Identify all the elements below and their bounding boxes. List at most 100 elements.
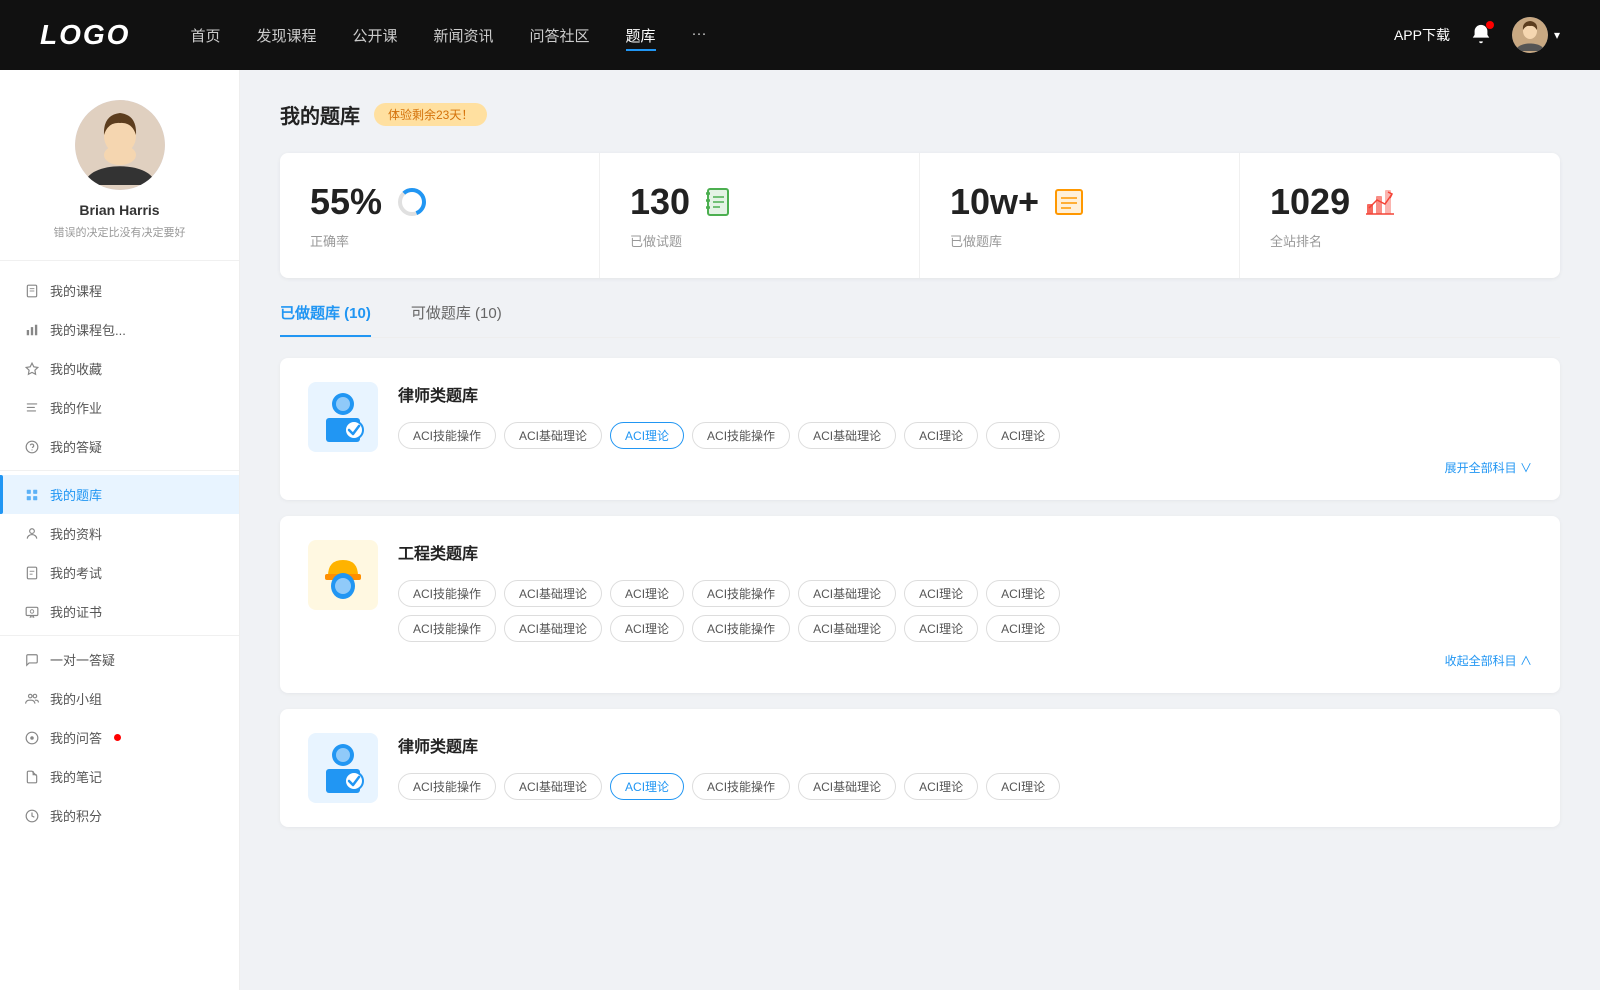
stat-value: 55%: [310, 181, 382, 223]
tag[interactable]: ACI理论: [610, 580, 684, 607]
sidebar-item-label: 我的积分: [50, 806, 102, 825]
qbank-name-2: 工程类题库: [398, 540, 1532, 564]
nav-qa[interactable]: 问答社区: [530, 25, 590, 46]
collapse-link-2[interactable]: 收起全部科目 ∧: [398, 652, 1532, 669]
sidebar-item-collection[interactable]: 我的收藏: [0, 349, 239, 388]
tag[interactable]: ACI基础理论: [798, 422, 896, 449]
tab-done-banks[interactable]: 已做题库 (10): [280, 302, 371, 337]
app-download-btn[interactable]: APP下载: [1394, 25, 1450, 45]
stat-value: 10w+: [950, 181, 1039, 223]
expand-link-1[interactable]: 展开全部科目 ∨: [398, 459, 1532, 476]
tag[interactable]: ACI理论: [904, 773, 978, 800]
sidebar-item-homework[interactable]: 我的作业: [0, 388, 239, 427]
tag[interactable]: ACI理论: [610, 615, 684, 642]
tag-active[interactable]: ACI理论: [610, 422, 684, 449]
sidebar-item-my-qa[interactable]: 我的问答: [0, 718, 239, 757]
tab-available-banks[interactable]: 可做题库 (10): [411, 302, 502, 337]
trial-badge: 体验剩余23天！: [374, 103, 487, 126]
nav-question-bank[interactable]: 题库: [626, 25, 656, 46]
user-avatar-button[interactable]: ▾: [1512, 17, 1560, 53]
pie-chart-icon: [394, 184, 430, 220]
sidebar-item-notes[interactable]: 我的笔记: [0, 757, 239, 796]
question-icon: [24, 439, 40, 455]
sidebar-item-group[interactable]: 我的小组: [0, 679, 239, 718]
sidebar-menu: 我的课程 我的课程包... 我的收藏 我的作业: [0, 271, 239, 835]
sidebar-item-label: 我的课程包...: [50, 320, 126, 339]
tag[interactable]: ACI基础理论: [798, 580, 896, 607]
page-title: 我的题库: [280, 100, 360, 129]
stat-label: 已做试题: [630, 231, 889, 250]
sidebar-item-label: 我的收藏: [50, 359, 102, 378]
tag[interactable]: ACI技能操作: [398, 580, 496, 607]
sidebar-item-label: 我的题库: [50, 485, 102, 504]
tag[interactable]: ACI基础理论: [504, 580, 602, 607]
qbank-card-2: 工程类题库 ACI技能操作 ACI基础理论 ACI理论 ACI技能操作 ACI基…: [280, 516, 1560, 693]
doc2-icon: [24, 565, 40, 581]
tag[interactable]: ACI基础理论: [504, 615, 602, 642]
tag[interactable]: ACI基础理论: [798, 773, 896, 800]
stat-label: 正确率: [310, 231, 569, 250]
tag[interactable]: ACI技能操作: [692, 580, 790, 607]
sidebar-item-qa[interactable]: 我的答疑: [0, 427, 239, 466]
main-content: 我的题库 体验剩余23天！ 55% 正确率: [240, 70, 1600, 990]
stat-label: 全站排名: [1270, 231, 1530, 250]
stat-correct-rate: 55% 正确率: [280, 153, 600, 278]
nav-home[interactable]: 首页: [190, 25, 220, 46]
sidebar-item-label: 我的证书: [50, 602, 102, 621]
tag-active[interactable]: ACI理论: [610, 773, 684, 800]
tag[interactable]: ACI理论: [986, 773, 1060, 800]
nav-discover[interactable]: 发现课程: [256, 25, 316, 46]
nav-open-course[interactable]: 公开课: [352, 25, 397, 46]
sidebar-item-profile[interactable]: 我的资料: [0, 514, 239, 553]
tag[interactable]: ACI技能操作: [398, 422, 496, 449]
person-icon: [24, 526, 40, 542]
sidebar-item-question-bank[interactable]: 我的题库: [0, 475, 239, 514]
tags-row-2a: ACI技能操作 ACI基础理论 ACI理论 ACI技能操作 ACI基础理论 AC…: [398, 580, 1532, 607]
notification-bell[interactable]: [1470, 23, 1492, 48]
tag[interactable]: ACI基础理论: [504, 422, 602, 449]
nav-news[interactable]: 新闻资讯: [434, 25, 494, 46]
bar-chart-icon: [1362, 184, 1398, 220]
logo: LOGO: [40, 19, 130, 51]
sidebar-item-course[interactable]: 我的课程: [0, 271, 239, 310]
profile-name: Brian Harris: [79, 202, 159, 218]
faq-icon: [24, 730, 40, 746]
profile-motto: 错误的决定比没有决定要好: [54, 224, 186, 240]
stat-global-rank: 1029 全站排名: [1240, 153, 1560, 278]
tag[interactable]: ACI理论: [986, 615, 1060, 642]
qbank-icon-lawyer: [308, 382, 378, 452]
tag[interactable]: ACI技能操作: [692, 422, 790, 449]
sidebar-item-label: 我的笔记: [50, 767, 102, 786]
sidebar-item-exam[interactable]: 我的考试: [0, 553, 239, 592]
tag[interactable]: ACI理论: [904, 615, 978, 642]
sidebar-item-one-on-one[interactable]: 一对一答疑: [0, 640, 239, 679]
tag[interactable]: ACI理论: [904, 422, 978, 449]
list2-icon: [1051, 184, 1087, 220]
tag[interactable]: ACI基础理论: [504, 773, 602, 800]
chat-icon: [24, 652, 40, 668]
tag[interactable]: ACI理论: [904, 580, 978, 607]
group-icon: [24, 691, 40, 707]
profile-avatar: [75, 100, 165, 190]
stat-value: 130: [630, 181, 690, 223]
cert-icon: [24, 604, 40, 620]
tag[interactable]: ACI技能操作: [398, 773, 496, 800]
tag[interactable]: ACI理论: [986, 422, 1060, 449]
sidebar-item-label: 我的答疑: [50, 437, 102, 456]
tag[interactable]: ACI技能操作: [398, 615, 496, 642]
tag[interactable]: ACI基础理论: [798, 615, 896, 642]
page-header: 我的题库 体验剩余23天！: [280, 100, 1560, 129]
sidebar-item-points[interactable]: 我的积分: [0, 796, 239, 835]
qbank-icon-lawyer-3: [308, 733, 378, 803]
qbank-icon-engineer: [308, 540, 378, 610]
tag[interactable]: ACI技能操作: [692, 773, 790, 800]
sidebar-item-course-pack[interactable]: 我的课程包...: [0, 310, 239, 349]
sidebar-item-label: 我的问答: [50, 728, 102, 747]
tag[interactable]: ACI技能操作: [692, 615, 790, 642]
user-avatar: [1512, 17, 1548, 53]
doc-icon: [24, 283, 40, 299]
qbank-body-2: 工程类题库 ACI技能操作 ACI基础理论 ACI理论 ACI技能操作 ACI基…: [398, 540, 1532, 669]
nav-more[interactable]: ···: [692, 25, 707, 46]
sidebar-item-certificate[interactable]: 我的证书: [0, 592, 239, 631]
tag[interactable]: ACI理论: [986, 580, 1060, 607]
